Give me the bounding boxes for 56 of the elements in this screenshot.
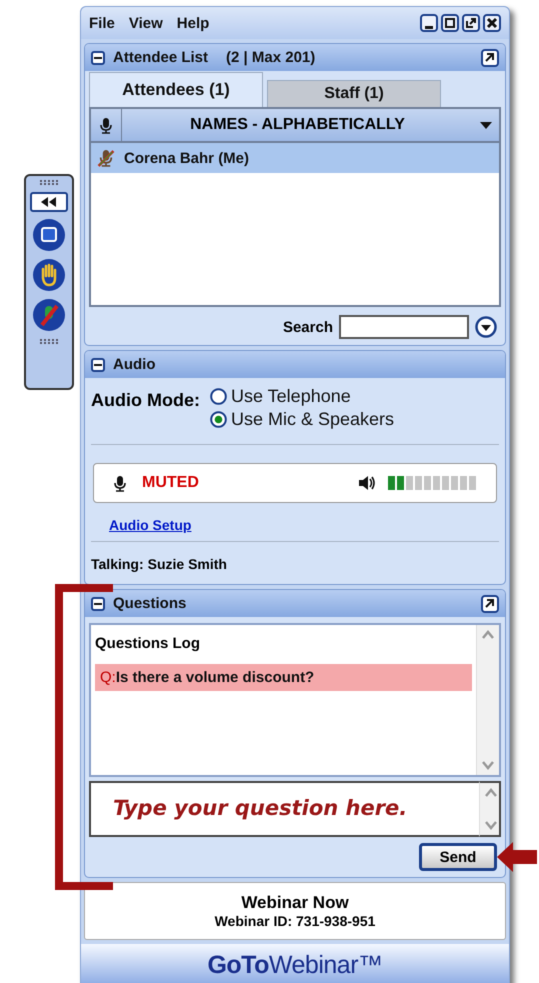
scrollbar[interactable]	[479, 781, 501, 837]
log-title: Questions Log	[95, 635, 201, 652]
question-input[interactable]: Type your question here.	[89, 781, 479, 837]
raise-hand-icon[interactable]	[32, 258, 66, 292]
panel-title: Attendee List	[113, 49, 208, 66]
attendee-row[interactable]: Corena Bahr (Me)	[91, 143, 499, 173]
double-left-arrow-icon	[40, 197, 58, 207]
minimize-icon[interactable]	[420, 14, 438, 32]
maximize-icon[interactable]	[441, 14, 459, 32]
collapse-button[interactable]	[91, 50, 105, 64]
radio-option[interactable]: Use Telephone	[210, 386, 394, 407]
radio-button[interactable]	[210, 411, 227, 428]
panel-title: Audio	[113, 356, 156, 373]
webinar-id: Webinar ID: 731-938-951	[214, 913, 376, 929]
search-label: Search	[282, 318, 333, 336]
microphone-icon	[98, 116, 114, 134]
pop-out-icon[interactable]	[481, 594, 499, 612]
audio-setup-link[interactable]: Audio Setup	[109, 517, 192, 533]
microphone-icon	[112, 474, 128, 492]
muted-microphone-icon[interactable]	[32, 298, 66, 332]
webinar-title: Webinar Now	[241, 893, 349, 913]
menu-item[interactable]: View	[128, 14, 163, 32]
talking-name: Suzie Smith	[148, 556, 227, 572]
close-icon[interactable]	[483, 14, 501, 32]
window-icon[interactable]	[32, 218, 66, 252]
tab[interactable]: Staff (1)	[267, 80, 441, 107]
dropdown-arrow-icon[interactable]	[480, 122, 492, 128]
mic-status: MUTED	[142, 474, 199, 492]
column-header[interactable]: NAMES - ALPHABETICALLY	[122, 109, 473, 141]
search-field[interactable]	[339, 315, 469, 339]
minus-icon	[94, 56, 102, 58]
collapse-button[interactable]	[30, 192, 68, 212]
muted-microphone-icon[interactable]	[97, 149, 115, 167]
menu-item[interactable]: File	[89, 14, 115, 32]
grip-icon[interactable]	[39, 179, 59, 186]
tab[interactable]: Attendees (1)	[89, 72, 263, 107]
speaker-icon	[358, 475, 376, 491]
audio-mode-label: Audio Mode:	[91, 389, 200, 412]
talking-label: Talking:	[91, 556, 144, 572]
panel-title: Questions	[113, 595, 186, 612]
minus-icon	[94, 602, 102, 604]
attendee-count: (2 | Max 201)	[226, 49, 316, 66]
radio-option[interactable]: Use Mic & Speakers	[210, 409, 394, 430]
pop-out-icon[interactable]	[462, 14, 480, 32]
send-button[interactable]: Send	[419, 843, 497, 871]
minus-icon	[94, 364, 102, 366]
attendee-name: Corena Bahr (Me)	[123, 150, 250, 166]
collapse-button[interactable]	[91, 596, 105, 610]
annotation-arrow	[497, 842, 537, 872]
logo: GoToWebinar™	[207, 950, 383, 980]
grip-icon[interactable]	[39, 338, 59, 345]
radio-button[interactable]	[210, 388, 227, 405]
menu-item[interactable]: Help	[176, 14, 210, 32]
question-item[interactable]: Q:Is there a volume discount?	[95, 664, 472, 691]
collapse-button[interactable]	[91, 358, 105, 372]
pop-out-icon[interactable]	[481, 48, 499, 66]
